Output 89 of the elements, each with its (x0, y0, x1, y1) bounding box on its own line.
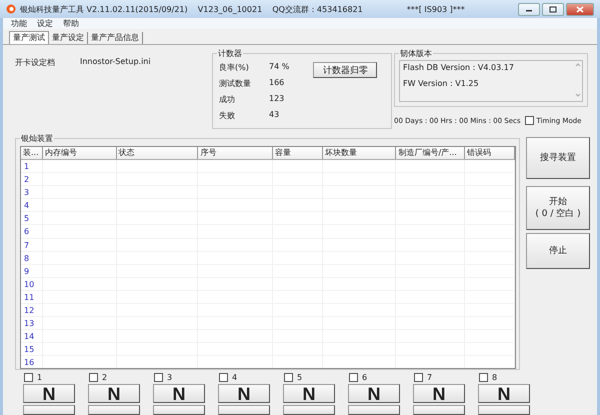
row-number: 6 (21, 225, 43, 238)
slot-status-button[interactable]: N (348, 384, 400, 403)
slot-status-button[interactable]: N (218, 384, 270, 403)
slot-button[interactable] (88, 405, 140, 415)
row-number: 14 (21, 330, 43, 342)
column-header[interactable]: 容量 (272, 147, 323, 159)
slot-button[interactable] (413, 405, 465, 415)
column-header[interactable]: 状态 (116, 147, 198, 159)
slot-button[interactable] (153, 405, 205, 415)
row-number: 8 (21, 252, 43, 264)
action-button[interactable]: 搜寻装置 (526, 137, 590, 179)
checkbox[interactable] (414, 373, 423, 382)
slot-status-button[interactable]: N (23, 384, 75, 403)
slot-status-button[interactable]: N (153, 384, 205, 403)
slot-label: 7 (427, 373, 432, 382)
checkbox[interactable] (349, 373, 358, 382)
checkbox[interactable] (24, 373, 33, 382)
row-number: 12 (21, 304, 43, 316)
slot-label: 3 (167, 373, 172, 382)
menu-item[interactable]: 帮助 (63, 18, 79, 29)
slot-status-button[interactable]: N (478, 384, 530, 403)
counter-label: 测试数量 (219, 78, 252, 89)
slot-button[interactable] (478, 405, 530, 415)
firmware-line: Flash DB Version : V4.03.17 (403, 63, 515, 72)
counter-label: 成功 (219, 94, 236, 105)
row-number: 15 (21, 343, 43, 356)
row-number: 1 (21, 160, 43, 172)
slot-button[interactable] (283, 405, 335, 415)
app-logo-icon (6, 4, 16, 14)
group-title: 韧体版本 (399, 48, 433, 59)
group-title: 银灿装置 (20, 133, 54, 144)
row-number: 9 (21, 264, 43, 277)
slot-status-button[interactable]: N (88, 384, 140, 403)
counter-value: 166 (269, 78, 284, 89)
settings-file-value: Innostor-Setup.ini (80, 57, 151, 68)
slot-label: 5 (297, 373, 302, 382)
checkbox[interactable] (479, 373, 488, 382)
group-title: 计数器 (217, 48, 243, 59)
firmware-line: FW Version : V1.25 (403, 79, 480, 88)
slot-status-button[interactable]: N (283, 384, 335, 403)
row-number: 16 (21, 356, 43, 368)
slot-button[interactable] (218, 405, 270, 415)
maximize-icon (549, 6, 557, 12)
menu-item[interactable]: 功能 (11, 18, 27, 29)
column-header[interactable]: 装... (21, 147, 43, 159)
column-header[interactable]: 序号 (198, 147, 273, 159)
slot-status-button[interactable]: N (413, 384, 465, 403)
column-header[interactable]: 坏块数量 (322, 147, 396, 159)
row-number: 13 (21, 317, 43, 330)
close-icon (576, 6, 584, 12)
slot-label: 6 (362, 373, 368, 382)
reset-counter-button[interactable]: 计数器归零 (313, 62, 378, 78)
slot-label: 4 (232, 373, 238, 382)
row-number: 7 (21, 238, 43, 251)
slot-label: 2 (102, 373, 108, 382)
checkbox[interactable] (524, 116, 534, 125)
counter-label: 失败 (219, 110, 236, 121)
counter-value: 123 (269, 94, 284, 105)
row-number: 4 (21, 199, 43, 212)
row-number: 5 (21, 212, 43, 224)
slot-label: 8 (492, 373, 498, 382)
window-title: 银灿科技量产工具 V2.11.02.11(2015/09/21) V123_06_10021 QQ交流群：453416821 (20, 4, 363, 14)
action-button[interactable]: 停止 (526, 233, 590, 269)
checkbox[interactable] (89, 373, 98, 382)
slot-button[interactable] (348, 405, 400, 415)
row-number: 3 (21, 186, 43, 198)
minimize-button[interactable] (518, 2, 540, 16)
column-header[interactable]: 错误码 (465, 147, 515, 159)
window-subtitle: ***[ IS903 ]*** (406, 4, 465, 14)
slot-button[interactable] (23, 405, 75, 415)
settings-file-label: 开卡设定档 (15, 57, 55, 69)
close-button[interactable] (566, 2, 594, 16)
row-number: 10 (21, 278, 43, 290)
checkbox[interactable] (219, 373, 228, 382)
tab[interactable]: 量产测试 (9, 31, 49, 44)
checkbox[interactable] (154, 373, 163, 382)
checkbox[interactable] (284, 373, 293, 382)
row-number: 11 (21, 290, 43, 304)
row-number: 2 (21, 173, 43, 186)
counter-value: 74 % (269, 62, 290, 73)
action-button[interactable]: 开始 ( 0 / 空白 ) (526, 186, 590, 230)
scrollbar[interactable] (574, 61, 582, 99)
slot-label: 1 (37, 373, 42, 382)
counter-label: 良率(%) (219, 62, 250, 73)
maximize-button[interactable] (542, 2, 564, 16)
menu-item[interactable]: 设定 (37, 18, 53, 29)
column-header[interactable]: 内存编号 (42, 147, 117, 159)
column-header[interactable]: 制造厂编号/产... (396, 147, 466, 159)
counter-value: 43 (269, 110, 280, 121)
